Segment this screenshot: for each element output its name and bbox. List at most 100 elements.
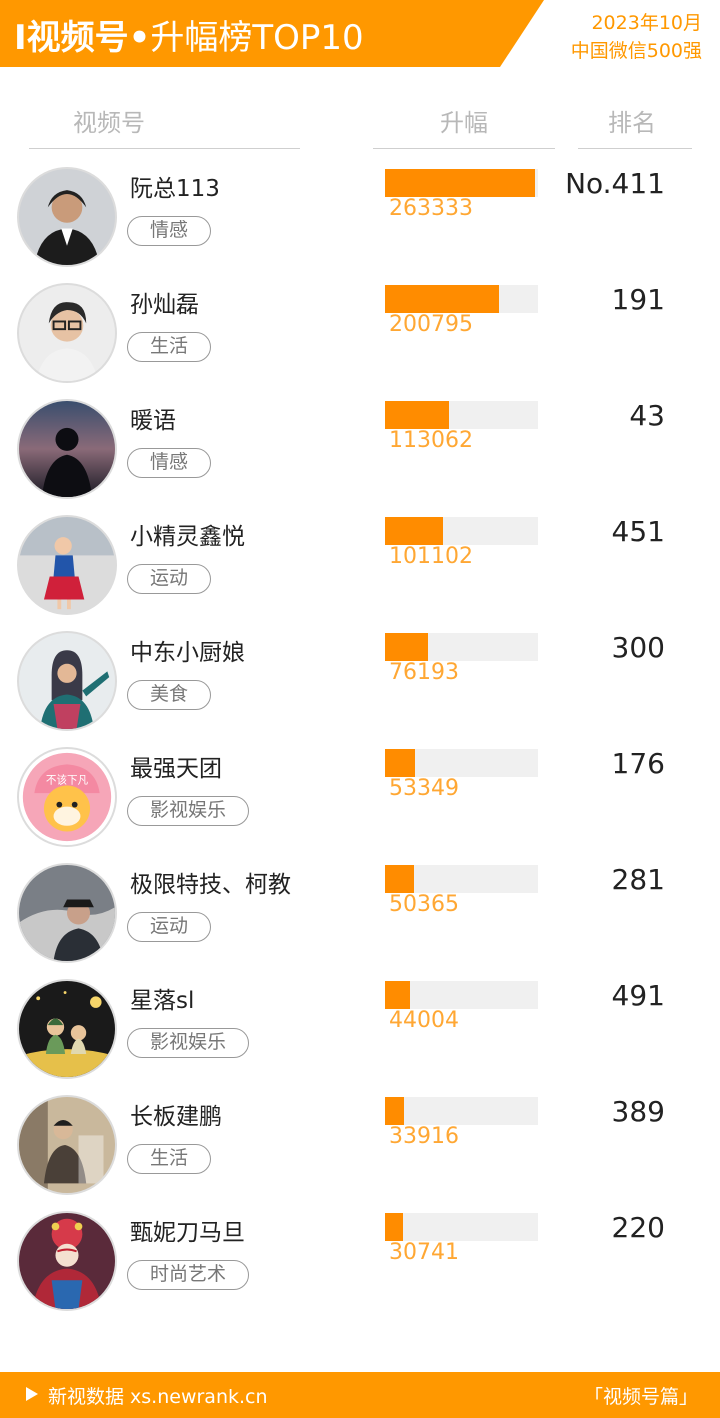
ranking-row[interactable]: 星落sl 影视娱乐 44004 491	[0, 967, 720, 1083]
ranking-row[interactable]: 暖语 情感 113062 43	[0, 387, 720, 503]
account-name[interactable]: 中东小厨娘	[130, 633, 245, 667]
ranking-row[interactable]: 孙灿磊生活 200795 191	[0, 271, 720, 387]
header-banner: I视频号•升幅榜TOP10 2023年10月 中国微信500强	[0, 0, 720, 67]
rank-value: 491	[611, 979, 665, 1012]
growth-bar-track	[385, 749, 538, 777]
category-tag: 情感	[127, 216, 212, 246]
subtitle-label: 中国微信500强	[570, 40, 702, 62]
growth-bar-fill	[385, 981, 410, 1009]
opera-performer-avatar-icon	[19, 1213, 115, 1309]
rank-value: 451	[611, 515, 665, 548]
account-name[interactable]: 最强天团	[130, 749, 222, 783]
category-tag: 生活	[127, 332, 212, 362]
avatar[interactable]	[17, 515, 117, 615]
footer-brand[interactable]: 新视数据 xs.newrank.cn	[48, 1382, 268, 1409]
rank-value: 176	[611, 747, 665, 780]
category-tag: 影视娱乐	[127, 1028, 250, 1058]
account-name[interactable]: 极限特技、柯教	[130, 865, 291, 899]
growth-value: 30741	[389, 1240, 459, 1265]
column-divider-account	[29, 148, 300, 149]
growth-bar-track	[385, 1097, 538, 1125]
growth-value: 113062	[389, 428, 473, 453]
rank-value: 281	[611, 863, 665, 896]
play-icon	[26, 1387, 38, 1401]
growth-bar-track	[385, 981, 538, 1009]
growth-value: 200795	[389, 312, 473, 337]
account-name[interactable]: 甄妮刀马旦	[130, 1213, 245, 1247]
couple-illustration-avatar-icon	[19, 981, 115, 1077]
category-tag: 生活	[127, 1144, 212, 1174]
account-name[interactable]: 孙灿磊	[130, 285, 199, 319]
growth-bar-track	[385, 285, 538, 313]
girl-dancer-avatar-icon	[19, 517, 115, 613]
growth-bar-fill	[385, 401, 449, 429]
growth-bar-track	[385, 169, 538, 197]
ranking-row[interactable]: 极限特技、柯教运动 50365 281	[0, 851, 720, 967]
growth-bar-track	[385, 1213, 538, 1241]
ranking-row[interactable]: 不该下凡 最强天团影视娱乐 53349 176	[0, 735, 720, 851]
growth-bar-fill	[385, 169, 535, 197]
growth-bar-track	[385, 865, 538, 893]
growth-bar-fill	[385, 749, 415, 777]
category-tag: 影视娱乐	[127, 796, 250, 826]
rank-value: 389	[611, 1095, 665, 1128]
growth-value: 101102	[389, 544, 473, 569]
growth-bar-fill	[385, 1097, 404, 1125]
man-with-hat-avatar-icon	[19, 865, 115, 961]
man-in-suit-avatar-icon	[19, 169, 115, 265]
growth-bar-fill	[385, 865, 414, 893]
growth-bar-track	[385, 401, 538, 429]
avatar[interactable]	[17, 979, 117, 1079]
column-divider-growth	[373, 148, 555, 149]
rank-value: 220	[611, 1211, 665, 1244]
growth-value: 44004	[389, 1008, 459, 1033]
avatar-badge-text: 不该下凡	[46, 774, 89, 787]
account-name[interactable]: 暖语	[130, 401, 176, 435]
woman-hijab-avatar-icon	[19, 633, 115, 729]
category-tag: 运动	[127, 564, 212, 594]
man-in-alley-avatar-icon	[19, 1097, 115, 1193]
category-tag: 时尚艺术	[127, 1260, 250, 1290]
growth-bar-track	[385, 517, 538, 545]
avatar[interactable]	[17, 863, 117, 963]
growth-value: 33916	[389, 1124, 459, 1149]
page-title: I视频号•升幅榜TOP10	[14, 18, 364, 58]
ranking-row[interactable]: 中东小厨娘美食 76193 300	[0, 619, 720, 735]
footer-bar: 新视数据 xs.newrank.cn 「视频号篇」	[0, 1372, 720, 1418]
ranking-row[interactable]: 长板建鹏生活 33916 389	[0, 1083, 720, 1199]
growth-value: 50365	[389, 892, 459, 917]
growth-bar-fill	[385, 1213, 403, 1241]
rank-value: 191	[611, 283, 665, 316]
footer-section-label: 「视频号篇」	[583, 1386, 698, 1408]
account-name[interactable]: 长板建鹏	[130, 1097, 222, 1131]
avatar[interactable]	[17, 1211, 117, 1311]
shiba-dog-cartoon-avatar-icon: 不该下凡	[19, 749, 115, 845]
avatar[interactable]	[17, 167, 117, 267]
column-header-growth: 升幅	[440, 109, 488, 137]
rank-value: 300	[611, 631, 665, 664]
category-tag: 美食	[127, 680, 212, 710]
avatar[interactable]	[17, 631, 117, 731]
avatar[interactable]	[17, 283, 117, 383]
avatar[interactable]	[17, 1095, 117, 1195]
ranking-row[interactable]: 小精灵鑫悦运动 101102 451	[0, 503, 720, 619]
category-tag: 运动	[127, 912, 212, 942]
growth-value: 263333	[389, 196, 473, 221]
growth-bar-fill	[385, 285, 499, 313]
avatar[interactable]	[17, 399, 117, 499]
ranking-row[interactable]: 甄妮刀马旦时尚艺术 30741 220	[0, 1199, 720, 1315]
ranking-row[interactable]: 阮总113 情感 263333 No.411	[0, 155, 720, 271]
growth-value: 53349	[389, 776, 459, 801]
account-name[interactable]: 阮总113	[130, 169, 220, 203]
silhouette-sunset-avatar-icon	[19, 401, 115, 497]
column-divider-rank	[578, 148, 692, 149]
rank-value: 43	[629, 399, 665, 432]
date-panel: 2023年10月 中国微信500强	[500, 0, 720, 67]
account-name[interactable]: 星落sl	[130, 981, 194, 1015]
avatar[interactable]: 不该下凡	[17, 747, 117, 847]
growth-value: 76193	[389, 660, 459, 685]
account-name[interactable]: 小精灵鑫悦	[130, 517, 245, 551]
growth-bar-fill	[385, 633, 428, 661]
column-header-account: 视频号	[73, 109, 145, 137]
man-with-glasses-avatar-icon	[19, 285, 115, 381]
